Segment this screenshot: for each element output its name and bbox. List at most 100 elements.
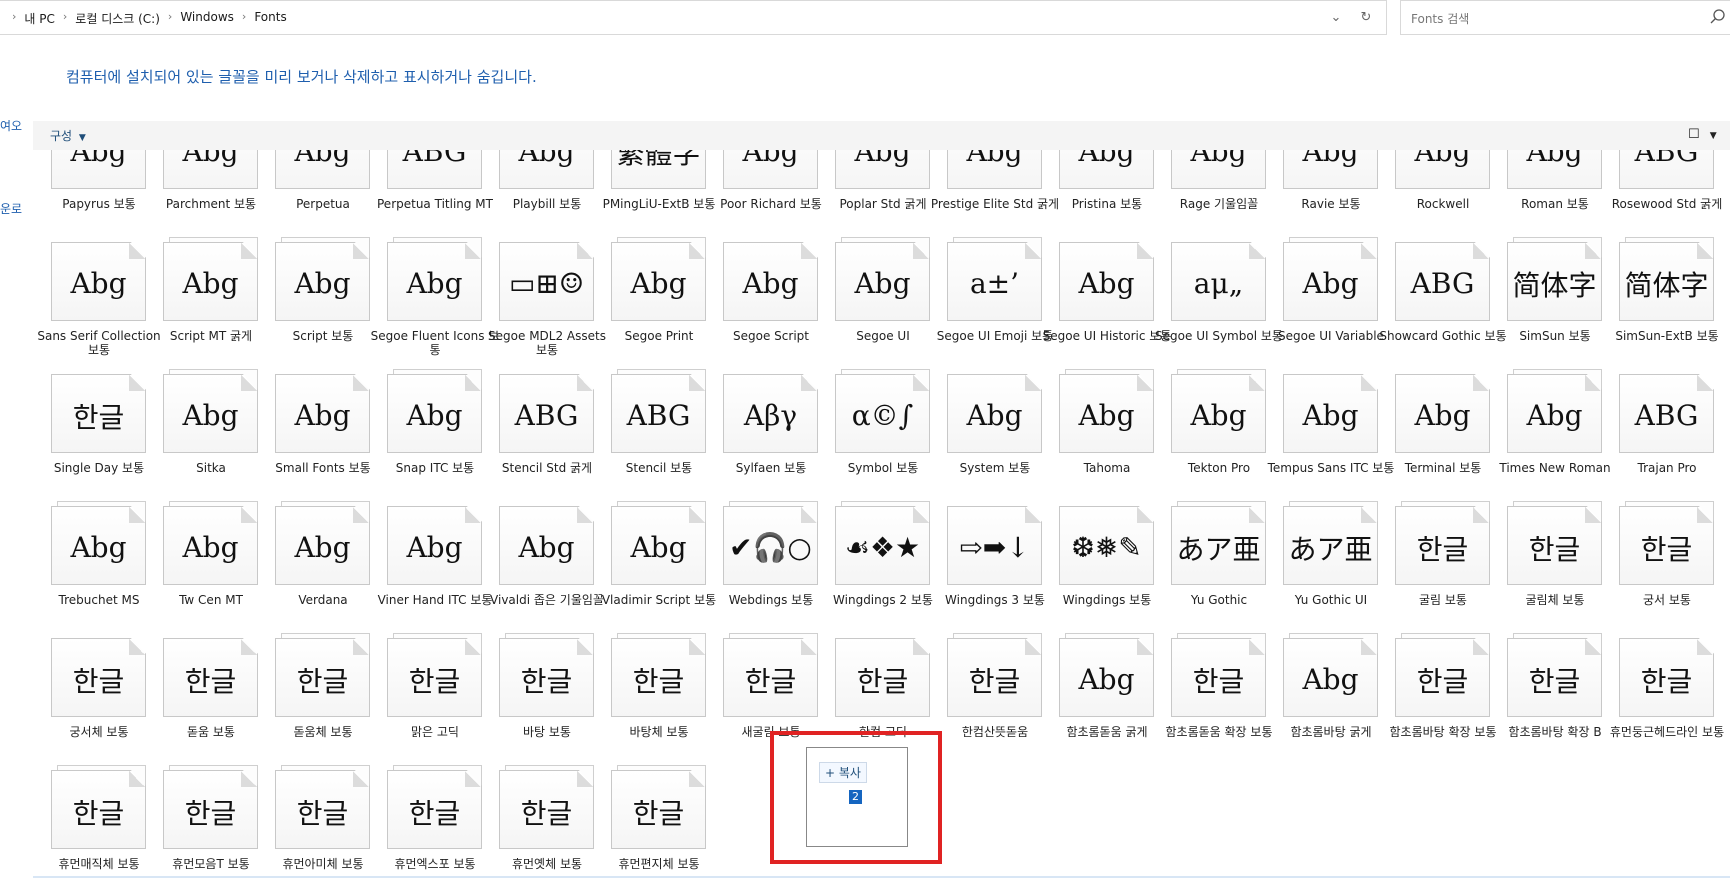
font-item[interactable]: ☙❖★ Wingdings 2 보통 — [817, 501, 933, 638]
font-item[interactable]: Abg Times New Roman — [1489, 369, 1611, 506]
font-item[interactable]: Abg Parchment 보통 — [145, 150, 258, 242]
font-item[interactable]: Abg Poplar Std 굵게 — [817, 150, 930, 242]
font-item[interactable]: 한글 함초롬바탕 확장 보통 — [1377, 633, 1497, 770]
font-item[interactable]: Abg Viner Hand ITC 보통 — [369, 506, 492, 638]
font-item[interactable]: Abg Script 보통 — [257, 237, 370, 374]
font-item[interactable]: 简体字 SimSun-ExtB 보통 — [1601, 237, 1719, 374]
font-item[interactable]: Abg Pristina 보통 — [1041, 150, 1154, 242]
font-item[interactable]: Abg Segoe Script — [705, 242, 818, 374]
font-item[interactable]: Abg Rage 기울임꼴 — [1153, 150, 1266, 242]
left-nav-link[interactable]: 운로 — [0, 200, 22, 217]
font-item[interactable]: Abg Segoe Print — [593, 237, 706, 374]
breadcrumb-this-pc[interactable]: 내 PC — [24, 10, 54, 27]
font-item[interactable]: Abg Terminal 보통 — [1377, 374, 1490, 506]
font-item[interactable]: Abg Small Fonts 보통 — [257, 374, 371, 506]
font-item[interactable]: 한글 바탕 보통 — [481, 633, 594, 770]
font-item[interactable]: 한글 함초롬바탕 확장 B — [1489, 633, 1602, 770]
font-item[interactable]: 한글 굴림체 보통 — [1489, 501, 1602, 638]
font-item[interactable]: ABG Stencil 보통 — [593, 369, 706, 506]
font-file-icon: 简体字 — [1619, 242, 1714, 321]
font-item[interactable]: 한글 한컴산뜻돋움 — [929, 633, 1042, 770]
font-item[interactable]: 한글 굴림 보통 — [1377, 501, 1490, 638]
font-item[interactable]: Abg Rockwell — [1377, 150, 1490, 242]
font-item[interactable]: Abg Script MT 굵게 — [145, 237, 258, 374]
left-nav-link[interactable]: 여오 — [0, 117, 22, 134]
font-item[interactable]: ✔🎧○ Webdings 보통 — [705, 501, 818, 638]
chevron-right-icon[interactable]: › — [242, 10, 246, 27]
font-item[interactable]: 한글 휴먼편지체 보통 — [593, 765, 706, 880]
breadcrumb-windows[interactable]: Windows — [180, 10, 234, 27]
font-item[interactable]: 한글 휴먼매직체 보통 — [33, 765, 146, 880]
font-item[interactable]: Abg Roman 보통 — [1489, 150, 1602, 242]
font-item[interactable]: Abg Segoe UI Historic 보통 — [1041, 242, 1171, 374]
font-item[interactable]: ABG Perpetua Titling MT — [369, 150, 493, 242]
font-item[interactable]: Abg 함초롬돋움 굵게 — [1041, 633, 1154, 770]
font-thumbnail: Abg — [1059, 242, 1154, 321]
font-item[interactable]: 한글 돋움체 보통 — [257, 633, 370, 770]
font-item[interactable]: a±’ Segoe UI Emoji 보통 — [929, 237, 1053, 374]
font-item[interactable]: Abg Segoe UI Variable — [1265, 237, 1384, 374]
chevron-down-icon[interactable]: ⌄ — [1325, 7, 1347, 29]
font-item[interactable]: Abg Tempus Sans ITC 보통 — [1265, 374, 1394, 506]
font-item[interactable]: 繁體字 PMingLiU-ExtB 보통 — [593, 150, 715, 242]
breadcrumb-local-disk[interactable]: 로컬 디스크 (C:) — [75, 10, 160, 27]
font-file-icon: ABG — [1619, 374, 1714, 453]
font-item[interactable]: ⇨➡↓ Wingdings 3 보통 — [929, 506, 1045, 638]
font-item[interactable]: Abg Perpetua — [257, 150, 370, 242]
font-item[interactable]: Abg Snap ITC 보통 — [369, 369, 482, 506]
search-box[interactable]: Fonts 검색 — [1400, 0, 1730, 35]
font-item[interactable]: Abg Sans Serif Collection 보통 — [33, 242, 161, 374]
font-item[interactable]: aμ„ Segoe UI Symbol 보통 — [1153, 242, 1283, 374]
breadcrumb-fonts[interactable]: Fonts — [254, 10, 286, 27]
font-item[interactable]: ABG Stencil Std 굵게 — [481, 374, 594, 506]
view-button[interactable]: ☐ ▼ — [1688, 127, 1717, 142]
font-item[interactable]: 한글 함초롬돋움 확장 보통 — [1153, 633, 1273, 770]
font-item[interactable]: ABG Trajan Pro — [1601, 374, 1714, 506]
search-input[interactable]: Fonts 검색 — [1411, 10, 1469, 27]
font-item[interactable]: Abg Poor Richard 보통 — [705, 150, 822, 242]
font-item[interactable]: Abg Segoe Fluent Icons 보통 — [369, 237, 499, 374]
chevron-right-icon[interactable]: › — [168, 10, 172, 27]
font-item[interactable]: 한글 맑은 고딕 — [369, 633, 482, 770]
font-item[interactable]: 简体字 SimSun 보통 — [1489, 237, 1602, 374]
font-item[interactable]: Abg Sitka — [145, 369, 258, 506]
font-item[interactable]: Abg Playbill 보통 — [481, 150, 594, 242]
font-item[interactable]: 한글 Single Day 보통 — [33, 374, 146, 506]
font-item[interactable]: 한글 휴먼둥근헤드라인 보통 — [1601, 638, 1724, 770]
font-item[interactable]: Abg 함초롬바탕 굵게 — [1265, 633, 1378, 770]
font-item[interactable]: Abg Ravie 보통 — [1265, 150, 1378, 242]
font-item[interactable]: 한글 휴먼모음T 보통 — [145, 765, 258, 880]
font-item[interactable]: α©∫ Symbol 보통 — [817, 369, 930, 506]
font-item[interactable]: Abg Tekton Pro — [1153, 369, 1266, 506]
chevron-right-icon[interactable]: › — [63, 10, 67, 27]
font-item[interactable]: ABG Showcard Gothic 보통 — [1377, 242, 1507, 374]
font-item[interactable]: Αβγ Sylfaen 보통 — [705, 374, 818, 506]
font-item[interactable]: Abg Prestige Elite Std 굵게 — [929, 150, 1059, 242]
font-item[interactable]: あア亜 Yu Gothic UI — [1265, 501, 1378, 638]
font-item[interactable]: Abg Segoe UI — [817, 237, 930, 374]
font-item[interactable]: ABG Rosewood Std 굵게 — [1601, 150, 1722, 242]
font-item[interactable]: 한글 휴먼엑스포 보통 — [369, 765, 482, 880]
font-item[interactable]: 한글 돋움 보통 — [145, 638, 258, 770]
font-item[interactable]: 한글 휴먼옛체 보통 — [481, 765, 594, 880]
organize-button[interactable]: 구성 ▼ — [50, 127, 86, 144]
font-item[interactable]: ▭⊞☺ Segoe MDL2 Assets 보통 — [481, 242, 606, 374]
font-item[interactable]: 한글 궁서 보통 — [1601, 501, 1714, 638]
address-bar[interactable]: › 내 PC › 로컬 디스크 (C:) › Windows › Fonts ⌄… — [0, 0, 1387, 35]
search-icon[interactable] — [1708, 7, 1728, 27]
font-file-icon: Abg — [1507, 374, 1602, 453]
font-item[interactable]: Abg Tahoma — [1041, 369, 1154, 506]
font-item[interactable]: 한글 바탕체 보통 — [593, 633, 706, 770]
font-item[interactable]: 한글 궁서체 보통 — [33, 638, 146, 770]
font-item[interactable]: ❆❅✎ Wingdings 보통 — [1041, 506, 1154, 638]
font-item[interactable]: Abg Vladimir Script 보통 — [593, 501, 716, 638]
font-item[interactable]: あア亜 Yu Gothic — [1153, 501, 1266, 638]
font-item[interactable]: Abg Trebuchet MS — [33, 501, 146, 638]
font-item[interactable]: Abg Tw Cen MT — [145, 501, 258, 638]
font-item[interactable]: Abg Papyrus 보통 — [33, 150, 146, 242]
font-item[interactable]: Abg Verdana — [257, 501, 370, 638]
font-item[interactable]: 한글 휴먼아미체 보통 — [257, 765, 370, 880]
font-item[interactable]: Abg Vivaldi 좁은 기울임꼴 — [481, 506, 604, 638]
font-item[interactable]: Abg System 보통 — [929, 374, 1042, 506]
refresh-icon[interactable]: ↻ — [1355, 7, 1377, 29]
